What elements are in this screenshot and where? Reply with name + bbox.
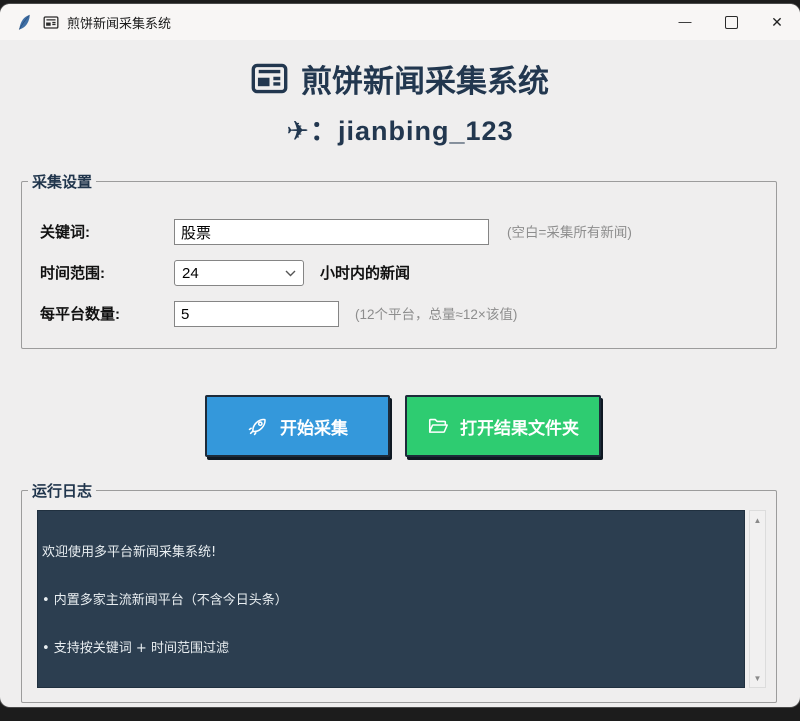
per-platform-row: 每平台数量: (12个平台，总量≈12×该值) <box>22 300 776 330</box>
time-range-label: 时间范围: <box>40 259 105 289</box>
maximize-icon <box>725 16 738 29</box>
time-range-suffix: 小时内的新闻 <box>320 259 410 289</box>
keyword-label: 关键词: <box>40 218 90 248</box>
start-collect-button[interactable]: 开始采集 <box>205 395 390 457</box>
app-window: 煎饼新闻采集系统 — ✕ 煎饼新闻采集系统 ✈：jian <box>0 4 800 707</box>
page-title-text: 煎饼新闻采集系统 <box>301 56 549 101</box>
log-group-label: 运行日志 <box>28 480 96 501</box>
settings-group-label: 采集设置 <box>28 171 96 192</box>
time-range-select[interactable]: 24 <box>174 260 304 286</box>
keyword-input[interactable] <box>174 219 489 245</box>
window-controls: — ✕ <box>662 4 800 40</box>
scroll-down-icon[interactable]: ▼ <box>750 671 765 685</box>
newspaper-header-icon <box>251 63 288 94</box>
start-collect-label: 开始采集 <box>280 414 348 439</box>
keyword-row: 关键词: (空白=采集所有新闻) <box>22 218 776 248</box>
log-groupbox: 运行日志 欢迎使用多平台新闻采集系统! • 内置多家主流新闻平台（不含今日头条）… <box>21 490 777 703</box>
window-title: 煎饼新闻采集系统 <box>67 13 171 32</box>
newspaper-icon <box>43 16 59 29</box>
open-folder-icon <box>427 415 449 437</box>
open-result-folder-button[interactable]: 打开结果文件夹 <box>405 395 601 457</box>
log-scrollbar[interactable]: ▲ ▼ <box>749 510 766 688</box>
close-button[interactable]: ✕ <box>754 4 800 40</box>
log-line: • 内置多家主流新闻平台（不含今日头条） <box>42 593 740 609</box>
page-title: 煎饼新闻采集系统 <box>0 56 800 101</box>
log-line: • 支持按关键词 + 时间范围过滤 <box>42 641 740 657</box>
log-console: 欢迎使用多平台新闻采集系统! • 内置多家主流新闻平台（不含今日头条） • 支持… <box>37 510 745 688</box>
maximize-button[interactable] <box>708 4 754 40</box>
minimize-button[interactable]: — <box>662 4 708 40</box>
app-header: 煎饼新闻采集系统 ✈：jianbing_123 <box>0 56 800 148</box>
settings-groupbox: 采集设置 关键词: (空白=采集所有新闻) 时间范围: 24 小时内的新闻 每平… <box>21 181 777 349</box>
minimize-icon: — <box>679 14 692 29</box>
close-icon: ✕ <box>771 14 783 31</box>
keyword-hint: (空白=采集所有新闻) <box>507 218 632 248</box>
open-result-folder-label: 打开结果文件夹 <box>460 414 579 439</box>
time-range-value: 24 <box>182 265 199 282</box>
rocket-icon <box>247 415 269 437</box>
scroll-up-icon[interactable]: ▲ <box>750 513 765 527</box>
per-platform-input[interactable] <box>174 301 339 327</box>
page-subtitle: ✈：jianbing_123 <box>0 109 800 148</box>
titlebar: 煎饼新闻采集系统 — ✕ <box>0 4 800 40</box>
log-line: 欢迎使用多平台新闻采集系统! <box>42 545 740 561</box>
per-platform-hint: (12个平台，总量≈12×该值) <box>355 300 517 330</box>
time-range-row: 时间范围: 24 小时内的新闻 <box>22 259 776 289</box>
per-platform-label: 每平台数量: <box>40 300 120 330</box>
chevron-down-icon <box>285 270 296 277</box>
python-feather-icon <box>18 14 31 31</box>
